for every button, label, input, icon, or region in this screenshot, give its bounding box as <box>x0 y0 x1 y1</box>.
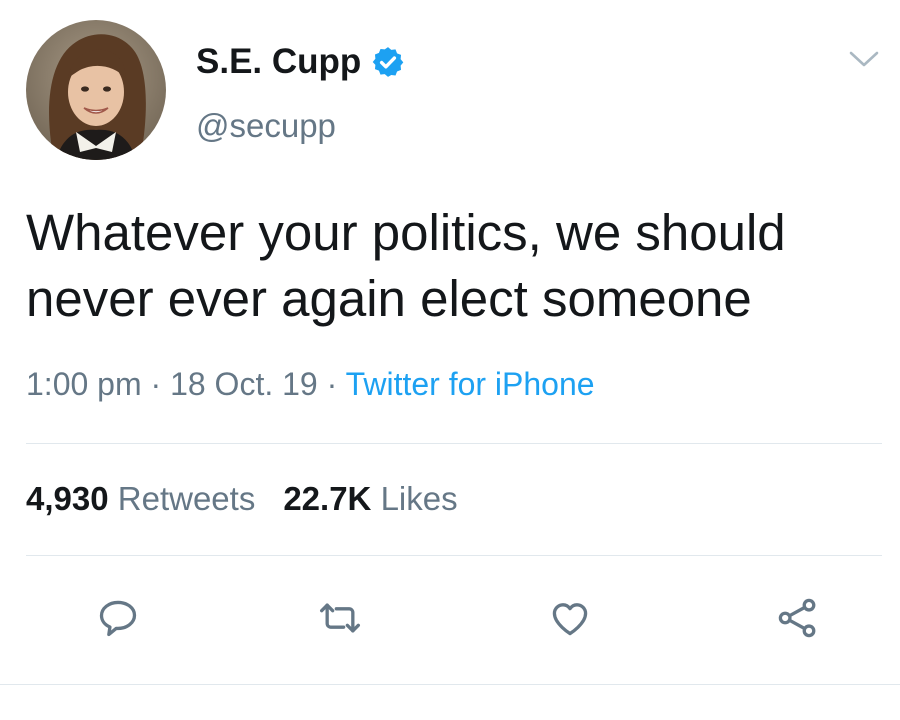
retweets-stat[interactable]: 4,930 Retweets <box>26 480 255 517</box>
share-icon <box>778 598 816 638</box>
retweet-button[interactable] <box>318 596 362 640</box>
meta-separator: · <box>317 366 346 402</box>
tweet-card: S.E. Cupp @secupp Whatever your politics… <box>0 0 900 720</box>
tweet-meta: 1:00 pm · 18 Oct. 19 · Twitter for iPhon… <box>26 366 595 403</box>
reply-icon <box>99 600 137 637</box>
engagement-stats: 4,930 Retweets 22.7K Likes <box>26 480 458 518</box>
verified-badge-icon <box>372 47 404 77</box>
share-button[interactable] <box>776 596 820 640</box>
tweet-time[interactable]: 1:00 pm <box>26 366 142 402</box>
heart-icon <box>552 603 588 636</box>
tweet-date[interactable]: 18 Oct. 19 <box>170 366 318 402</box>
retweet-icon <box>320 603 360 633</box>
reply-button[interactable] <box>96 596 140 640</box>
divider <box>0 684 900 685</box>
likes-label: Likes <box>380 480 458 517</box>
likes-stat[interactable]: 22.7K Likes <box>283 480 457 517</box>
author-handle[interactable]: @secupp <box>196 107 336 145</box>
tweet-text: Whatever your politics, we should never … <box>26 204 786 327</box>
divider <box>26 443 882 444</box>
retweets-count: 4,930 <box>26 480 109 517</box>
meta-separator: · <box>141 366 171 402</box>
retweets-label: Retweets <box>117 480 256 517</box>
display-name[interactable]: S.E. Cupp <box>196 42 361 82</box>
avatar[interactable] <box>26 20 166 160</box>
likes-count: 22.7K <box>283 480 372 517</box>
tweet-source-link[interactable]: Twitter for iPhone <box>346 366 595 402</box>
divider <box>26 555 882 556</box>
avatar-image <box>26 20 166 160</box>
like-button[interactable] <box>548 596 592 640</box>
chevron-down-icon[interactable] <box>848 48 880 70</box>
author-row: S.E. Cupp <box>196 40 405 84</box>
